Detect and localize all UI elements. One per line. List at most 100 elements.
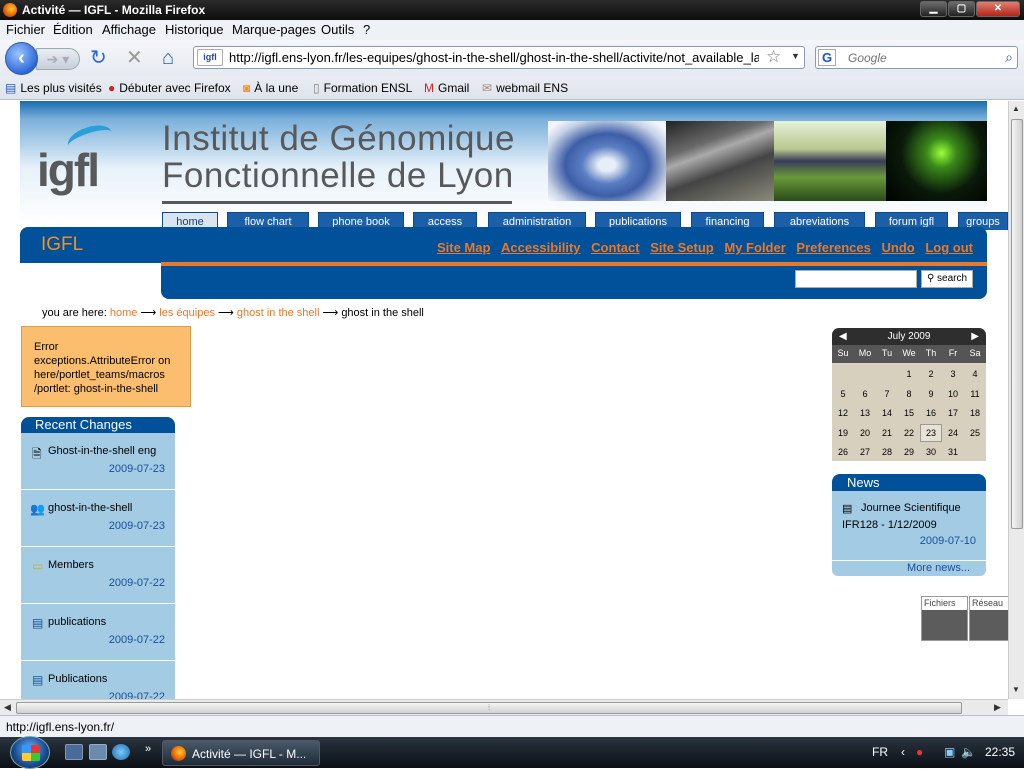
security-alert-icon[interactable]: ● [916,745,923,759]
calendar-day[interactable]: 19 [832,428,854,438]
back-button[interactable]: ‹ [5,42,38,75]
language-indicator[interactable]: FR [872,745,888,759]
scroll-down-arrow-icon[interactable]: ▼ [1012,685,1020,694]
calendar-day[interactable]: 3 [942,369,964,379]
forward-button[interactable]: ➔ ▾ [36,48,80,70]
calendar-day[interactable]: 12 [832,408,854,418]
link-preferences[interactable]: Preferences [796,240,870,255]
calendar-day[interactable]: 27 [854,447,876,457]
calendar-day[interactable]: 25 [964,428,986,438]
stop-icon[interactable]: ✕ [126,48,143,68]
switch-windows-icon[interactable] [89,744,107,760]
more-news-link[interactable]: More news... [907,562,970,574]
portal-brand[interactable]: IGFL [41,234,83,256]
link-my-folder[interactable]: My Folder [724,240,785,255]
calendar-day[interactable]: 20 [854,428,876,438]
news-item-link[interactable]: Journee Scientifique IFR128 - 1/12/2009 [842,500,982,534]
calendar-day[interactable]: 9 [920,389,942,399]
internet-explorer-icon[interactable] [112,744,130,760]
bookmark-getting-started[interactable]: ● Débuter avec Firefox [108,81,231,95]
calendar-day[interactable]: 11 [964,389,986,399]
calendar-day[interactable]: 17 [942,408,964,418]
list-item[interactable]: ▭ Members 2009-07-22 [21,547,175,603]
menu-fichier[interactable]: Fichier [6,22,45,37]
horizontal-scroll-thumb[interactable]: ⦙ [16,702,962,714]
minimize-button[interactable]: ▁ [920,1,947,17]
calendar-day[interactable]: 13 [854,408,876,418]
clock[interactable]: 22:35 [985,745,1015,759]
calendar-day[interactable]: 10 [942,389,964,399]
calendar-day[interactable]: 4 [964,369,986,379]
bookmark-formation-ensl[interactable]: ▯ Formation ENSL [313,81,412,95]
portal-search-button[interactable]: ⚲ search [921,270,973,288]
tray-expand-icon[interactable]: ‹ [901,745,905,759]
bookmark-headlines[interactable]: ◙ À la une [243,81,298,95]
search-icon[interactable]: ⌕ [1005,49,1013,66]
scroll-up-arrow-icon[interactable]: ▲ [1012,104,1020,113]
next-month-arrow-icon[interactable]: ▶ [971,328,979,345]
url-dropdown-icon[interactable]: ▼ [791,51,800,61]
calendar-day[interactable]: 26 [832,447,854,457]
taskbar-firefox-window[interactable]: Activité — IGFL - M... [162,740,320,766]
bookmark-star-icon[interactable]: ☆ [766,47,781,67]
calendar-day[interactable]: 5 [832,389,854,399]
web-search-input[interactable] [848,49,998,67]
network-icon[interactable]: ▣ [944,745,955,759]
url-bar[interactable]: igfl http://igfl.ens-lyon.fr/les-equipes… [193,46,805,69]
calendar-today[interactable]: 23 [920,423,942,442]
home-icon[interactable]: ⌂ [162,48,174,68]
calendar-day[interactable]: 6 [854,389,876,399]
breadcrumb-ghost-in-the-shell[interactable]: ghost in the shell [237,307,320,319]
list-item[interactable]: ▤ Publications 2009-07-22 [21,661,175,699]
show-desktop-icon[interactable] [65,744,83,760]
start-button[interactable] [10,736,50,769]
calendar-day[interactable]: 7 [876,389,898,399]
breadcrumb-les-equipes[interactable]: les équipes [159,307,215,319]
bookmark-webmail-ens[interactable]: ✉ webmail ENS [482,81,568,95]
calendar-day[interactable]: 28 [876,447,898,457]
bookmark-most-visited[interactable]: ▤ Les plus visités [5,81,102,95]
list-item[interactable]: 👥 ghost-in-the-shell 2009-07-23 [21,490,175,546]
link-site-map[interactable]: Site Map [437,240,490,255]
google-engine-icon[interactable]: G [818,49,836,66]
link-contact[interactable]: Contact [591,240,639,255]
files-widget[interactable]: Fichiers [921,596,968,641]
calendar-day[interactable]: 21 [876,428,898,438]
volume-icon[interactable]: 🔈 [961,745,976,759]
url-text[interactable]: http://igfl.ens-lyon.fr/les-equipes/ghos… [229,50,759,65]
bookmark-gmail[interactable]: M Gmail [424,81,469,95]
menu-help[interactable]: ? [363,22,370,37]
calendar-day[interactable]: 2 [920,369,942,379]
link-accessibility[interactable]: Accessibility [501,240,581,255]
menu-marque-pages[interactable]: Marque-pages [232,22,316,37]
calendar-day[interactable]: 22 [898,428,920,438]
list-item[interactable]: 🗎 Ghost-in-the-shell eng 2009-07-23 [21,433,175,489]
vertical-scrollbar[interactable]: ▲ ▼ [1008,101,1024,699]
breadcrumb-home[interactable]: home [110,307,138,319]
vertical-scroll-thumb[interactable] [1011,119,1023,529]
calendar-day[interactable]: 1 [898,369,920,379]
igfl-logo[interactable]: igfl [37,119,127,199]
scroll-left-arrow-icon[interactable]: ◀ [4,702,11,713]
link-undo[interactable]: Undo [882,240,915,255]
calendar-day[interactable]: 24 [942,428,964,438]
menu-outils[interactable]: Outils [321,22,354,37]
network-widget[interactable]: Réseau [969,596,1008,641]
calendar-day[interactable]: 16 [920,408,942,418]
calendar-day[interactable]: 15 [898,408,920,418]
menu-affichage[interactable]: Affichage [102,22,156,37]
calendar-day[interactable]: 29 [898,447,920,457]
menu-edition[interactable]: Édition [53,22,93,37]
reload-icon[interactable]: ↻ [90,48,107,68]
calendar-day[interactable]: 14 [876,408,898,418]
link-site-setup[interactable]: Site Setup [650,240,714,255]
maximize-button[interactable]: ▢ [948,1,975,17]
link-log-out[interactable]: Log out [925,240,973,255]
menu-historique[interactable]: Historique [165,22,224,37]
calendar-day[interactable]: 18 [964,408,986,418]
list-item[interactable]: ▤ publications 2009-07-22 [21,604,175,660]
scroll-right-arrow-icon[interactable]: ▶ [994,702,1001,713]
portal-search-input[interactable] [795,270,917,288]
web-search-box[interactable]: G ⌕ [815,46,1018,69]
quicklaunch-overflow-icon[interactable]: » [145,743,151,755]
